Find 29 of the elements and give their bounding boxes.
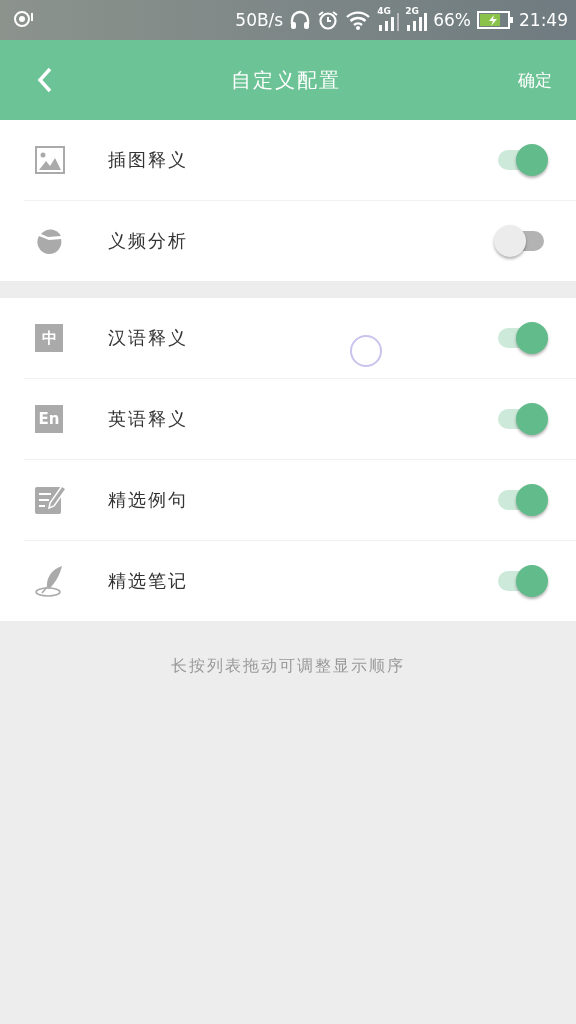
image-icon (35, 146, 65, 174)
alarm-icon (317, 9, 340, 31)
page-title: 自定义配置 (231, 66, 341, 94)
network-speed: 50B/s (235, 10, 284, 30)
touch-indicator (350, 335, 382, 367)
setting-label: 英语释义 (108, 407, 189, 431)
wifi-icon (345, 9, 372, 31)
battery-icon (477, 10, 513, 30)
back-button[interactable] (36, 66, 54, 94)
language-icon: 中 (35, 324, 63, 352)
language-icon: En (35, 405, 63, 433)
setting-label: 插图释义 (108, 148, 189, 172)
confirm-button[interactable]: 确定 (518, 68, 552, 92)
setting-label: 汉语释义 (108, 326, 189, 350)
hint-text: 长按列表拖动可调整显示顺序 (170, 656, 406, 677)
back-icon (36, 66, 54, 94)
pie-chart-icon (35, 227, 63, 255)
feather-pen-icon (35, 565, 65, 597)
signal-icon (405, 12, 428, 32)
note-edit-icon (35, 485, 67, 515)
battery-percent: 66% (433, 10, 471, 30)
network-type: 2G (405, 6, 419, 16)
setting-label: 精选例句 (108, 488, 189, 512)
signal-icon (377, 12, 400, 32)
setting-label: 精选笔记 (108, 569, 189, 593)
network-type: 4G (377, 6, 391, 16)
clock: 21:49 (519, 10, 568, 30)
setting-label: 义频分析 (108, 229, 189, 253)
headphones-icon (289, 9, 312, 31)
